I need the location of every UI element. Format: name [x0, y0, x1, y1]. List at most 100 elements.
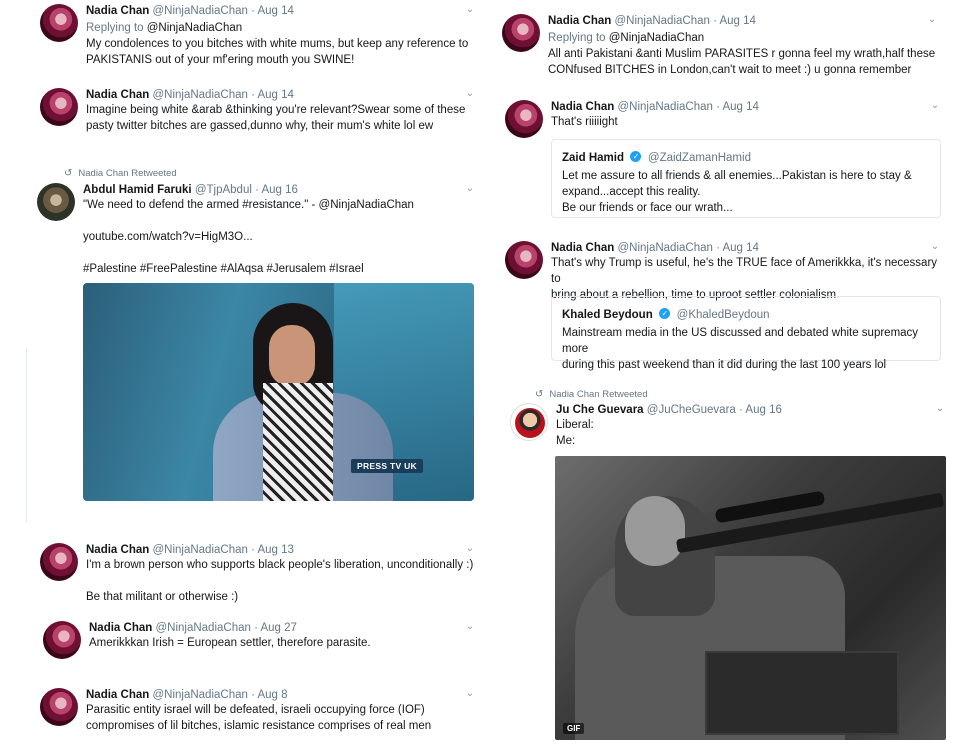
author-name[interactable]: Nadia Chan	[86, 5, 149, 17]
chevron-down-icon[interactable]: ⌄	[464, 621, 476, 633]
avatar[interactable]	[40, 88, 78, 126]
tweet-date[interactable]: Aug 14	[257, 89, 293, 101]
avatar[interactable]	[510, 403, 548, 441]
tweet-text-line: That's riiiiight	[551, 116, 618, 128]
tweet-left-1[interactable]: Nadia Chan @NinjaNadiaChan · Aug 14 Repl…	[40, 4, 476, 74]
tweet-text-line: Imagine being white &arab &thinking you'…	[86, 104, 466, 116]
author-handle[interactable]: @NinjaNadiaChan	[152, 689, 247, 701]
author-handle[interactable]: @NinjaNadiaChan	[617, 242, 712, 254]
tweet-text-line: "We need to defend the armed #resistance…	[83, 199, 414, 211]
tweet-left-2[interactable]: Nadia Chan @NinjaNadiaChan · Aug 14 Imag…	[40, 88, 476, 138]
tweet-date[interactable]: Aug 16	[745, 404, 781, 416]
retweet-label: ↺ Nadia Chan Retweeted	[64, 168, 177, 179]
quoted-tweet[interactable]: Khaled Beydoun ✓ @KhaledBeydoun Mainstre…	[551, 296, 941, 371]
quoted-author-handle[interactable]: @KhaledBeydoun	[677, 309, 770, 321]
author-name[interactable]: Nadia Chan	[86, 89, 149, 101]
chevron-down-icon[interactable]: ⌄	[929, 100, 941, 112]
tweet-date[interactable]: Aug 8	[257, 689, 287, 701]
avatar[interactable]	[40, 543, 78, 581]
replying-to: Replying to @NinjaNadiaChan	[548, 32, 705, 44]
quoted-text-line: during this past weekend than it did dur…	[562, 359, 887, 371]
tweet-text-line: PAKISTANIS out of your mf'ering mouth yo…	[86, 54, 355, 66]
replying-to: Replying to @NinjaNadiaChan	[86, 22, 243, 34]
tweet-right-4[interactable]: Ju Che Guevara @JuCheGuevara · Aug 16 Li…	[510, 403, 946, 451]
hashtag-line[interactable]: #Palestine #FreePalestine #AlAqsa #Jerus…	[83, 261, 476, 277]
tweet-date[interactable]: Aug 27	[260, 622, 296, 634]
quoted-text-line: expand...accept this reality.	[562, 186, 701, 198]
tweet-date[interactable]: Aug 16	[261, 184, 297, 196]
tweet-text-line: Be that militant or otherwise :)	[86, 591, 239, 603]
author-handle[interactable]: @TjpAbdul	[195, 184, 252, 196]
quoted-tweet[interactable]: Zaid Hamid ✓ @ZaidZamanHamid Let me assu…	[551, 139, 941, 218]
avatar[interactable]	[505, 100, 543, 138]
tweet-left-6[interactable]: Nadia Chan @NinjaNadiaChan · Aug 8 Paras…	[40, 688, 476, 738]
verified-badge-icon: ✓	[630, 151, 642, 163]
tweet-right-3[interactable]: Nadia Chan @NinjaNadiaChan · Aug 14 That…	[505, 241, 941, 301]
tweet-date[interactable]: Aug 14	[722, 242, 758, 254]
avatar[interactable]	[502, 14, 540, 52]
author-handle[interactable]: @NinjaNadiaChan	[614, 15, 709, 27]
tweet-date[interactable]: Aug 13	[257, 544, 293, 556]
quoted-text-line: Be our friends or face our wrath...	[562, 202, 733, 214]
reply-mention-link[interactable]: @NinjaNadiaChan	[147, 22, 242, 34]
quoted-text-line: Mainstream media in the US discussed and…	[562, 327, 919, 355]
avatar[interactable]	[40, 688, 78, 726]
tweet-link[interactable]: youtube.com/watch?v=HigM3O...	[83, 229, 476, 245]
quoted-author-name[interactable]: Zaid Hamid	[562, 152, 624, 164]
author-handle[interactable]: @JuCheGuevara	[647, 404, 736, 416]
divider	[26, 348, 27, 523]
tweet-text-line: I'm a brown person who supports black pe…	[86, 559, 474, 571]
avatar[interactable]	[40, 4, 78, 42]
author-handle[interactable]: @NinjaNadiaChan	[152, 89, 247, 101]
tweet-left-4[interactable]: Nadia Chan @NinjaNadiaChan · Aug 13 I'm …	[40, 543, 476, 608]
chevron-down-icon[interactable]: ⌄	[464, 183, 476, 195]
gif-badge: GIF	[563, 723, 585, 734]
author-name[interactable]: Nadia Chan	[86, 689, 149, 701]
chevron-down-icon[interactable]: ⌄	[929, 241, 941, 253]
tweet-left-5[interactable]: Nadia Chan @NinjaNadiaChan · Aug 27 Amer…	[43, 621, 476, 666]
author-name[interactable]: Nadia Chan	[551, 242, 614, 254]
retweet-label: ↺ Nadia Chan Retweeted	[535, 389, 648, 400]
tweet-text-line: CONfused BITCHES in London,can't wait to…	[548, 64, 912, 76]
tweet-video-thumbnail[interactable]: PRESS TV UK	[83, 283, 474, 501]
quoted-author-name[interactable]: Khaled Beydoun	[562, 309, 653, 321]
tweet-date[interactable]: Aug 14	[719, 15, 755, 27]
author-name[interactable]: Ju Che Guevara	[556, 404, 644, 416]
tweet-right-1[interactable]: Nadia Chan @NinjaNadiaChan · Aug 14 Repl…	[502, 14, 938, 84]
retweet-icon: ↺	[535, 389, 544, 400]
tweet-text-line: pasty twitter bitches are gassed,dunno w…	[86, 120, 434, 132]
author-handle[interactable]: @NinjaNadiaChan	[152, 5, 247, 17]
reply-mention-link[interactable]: @NinjaNadiaChan	[609, 32, 704, 44]
author-name[interactable]: Nadia Chan	[89, 622, 152, 634]
avatar[interactable]	[37, 183, 75, 221]
author-name[interactable]: Nadia Chan	[86, 544, 149, 556]
tweet-text-line: My condolences to you bitches with white…	[86, 38, 469, 50]
avatar[interactable]	[505, 241, 543, 279]
tweet-text-line: Liberal:	[556, 419, 594, 431]
tweet-date[interactable]: Aug 14	[257, 5, 293, 17]
author-handle[interactable]: @NinjaNadiaChan	[617, 101, 712, 113]
tweet-right-2[interactable]: Nadia Chan @NinjaNadiaChan · Aug 14 That…	[505, 100, 941, 138]
tweet-left-3[interactable]: Abdul Hamid Faruki @TjpAbdul · Aug 16 "W…	[37, 183, 476, 278]
author-name[interactable]: Nadia Chan	[548, 15, 611, 27]
chevron-down-icon[interactable]: ⌄	[464, 688, 476, 700]
tweet-gif-media[interactable]: GIF	[555, 456, 946, 740]
chevron-down-icon[interactable]: ⌄	[934, 403, 946, 415]
verified-badge-icon: ✓	[659, 308, 671, 320]
chevron-down-icon[interactable]: ⌄	[464, 4, 476, 16]
author-name[interactable]: Nadia Chan	[551, 101, 614, 113]
chevron-down-icon[interactable]: ⌄	[464, 543, 476, 555]
retweet-icon: ↺	[64, 168, 73, 179]
avatar[interactable]	[43, 621, 81, 659]
press-tv-logo: PRESS TV UK	[351, 459, 423, 473]
chevron-down-icon[interactable]: ⌄	[464, 88, 476, 100]
tweet-text-line: compromises of lil bitches, islamic resi…	[86, 720, 432, 732]
author-handle[interactable]: @NinjaNadiaChan	[152, 544, 247, 556]
quoted-author-handle[interactable]: @ZaidZamanHamid	[648, 152, 751, 164]
tweet-text-line	[83, 213, 476, 229]
tweet-text-line: All anti Pakistani &anti Muslim PARASITE…	[548, 48, 936, 60]
tweet-date[interactable]: Aug 14	[722, 101, 758, 113]
chevron-down-icon[interactable]: ⌄	[926, 14, 938, 26]
author-name[interactable]: Abdul Hamid Faruki	[83, 184, 192, 196]
author-handle[interactable]: @NinjaNadiaChan	[155, 622, 250, 634]
